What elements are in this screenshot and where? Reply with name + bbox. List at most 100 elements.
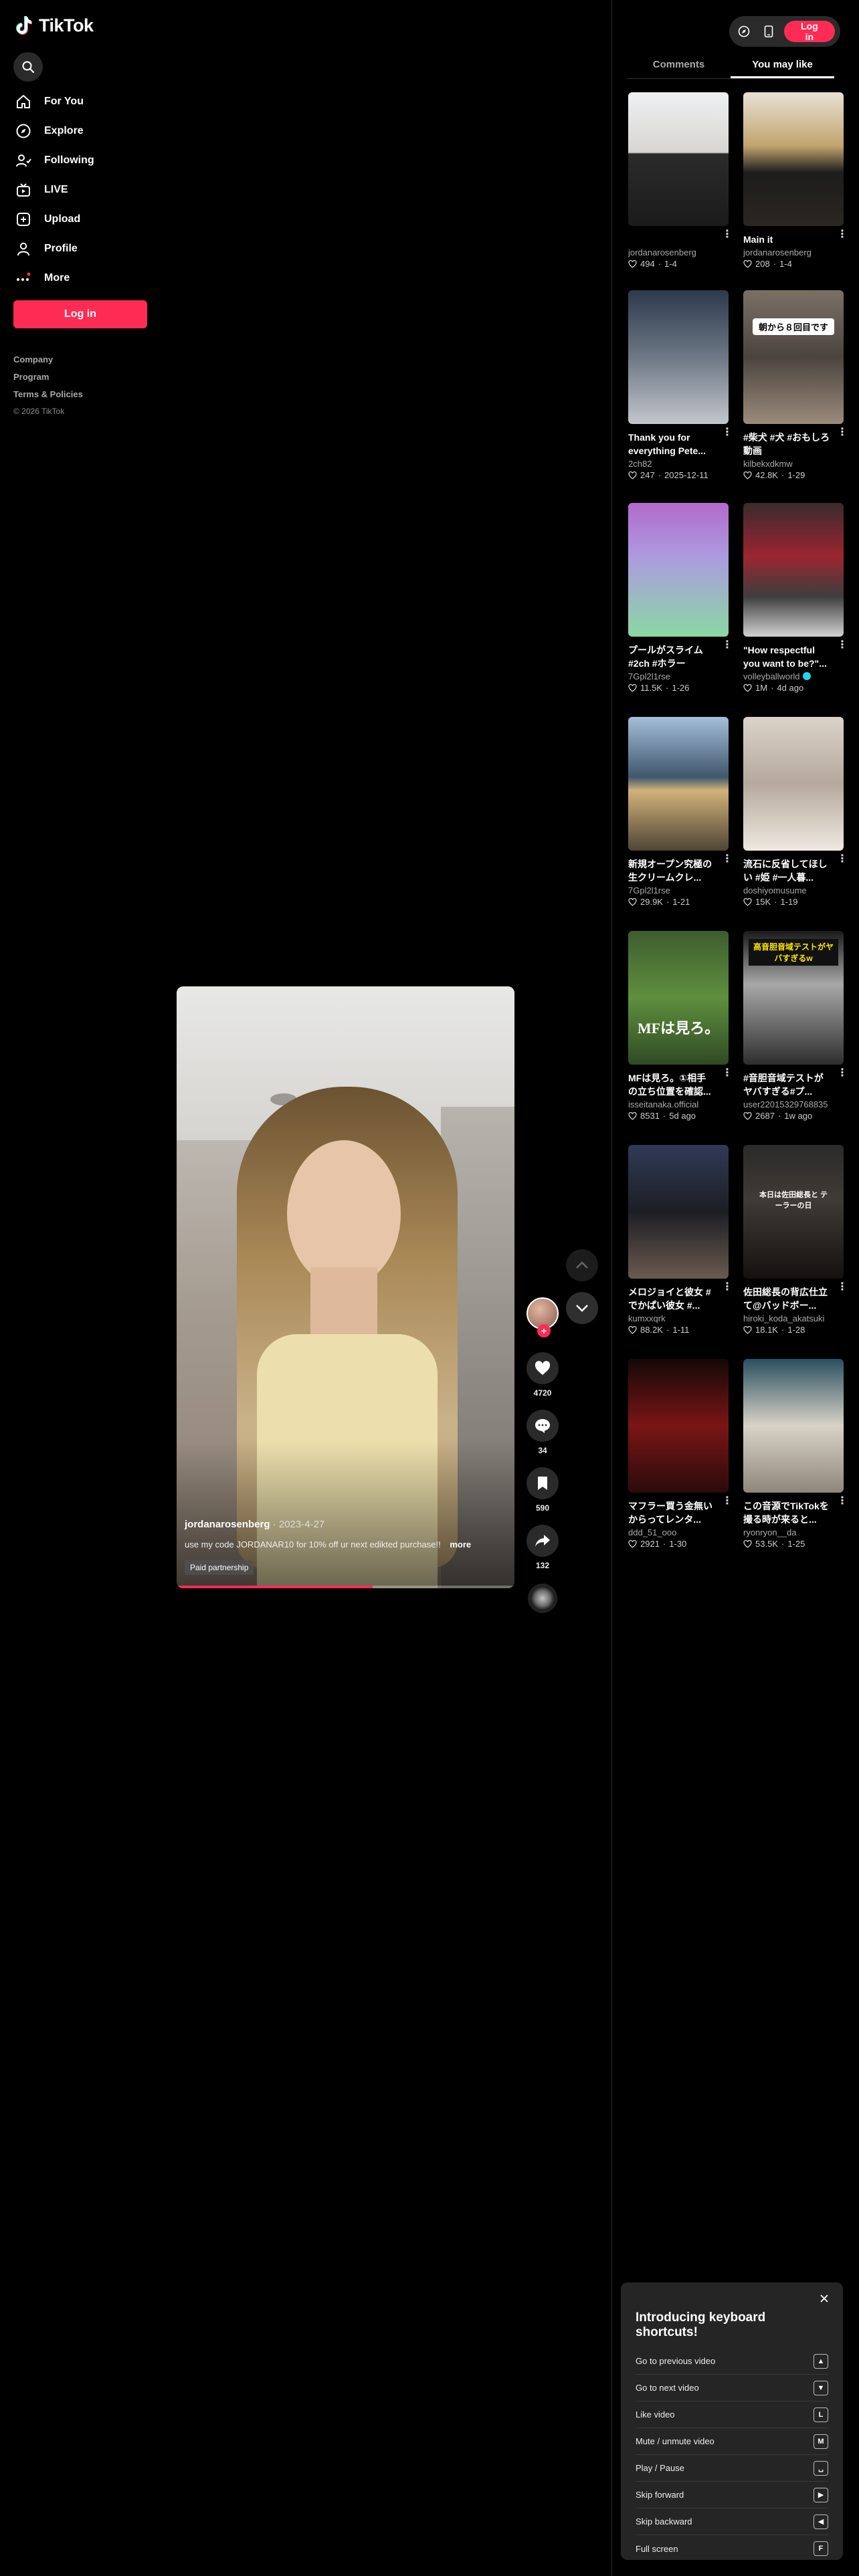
card-menu-icon[interactable]: ⋮: [722, 640, 733, 651]
previous-video-button[interactable]: [566, 1249, 598, 1281]
recommendation-card[interactable]: 本日は佐田総長と テーラーの日 ⋮ 佐田総長の背広仕立て@バッドボー... hirok…: [743, 1145, 848, 1335]
follow-plus-icon[interactable]: +: [537, 1324, 551, 1337]
video-progress-bar[interactable]: [177, 1586, 514, 1588]
card-author[interactable]: hiroki_koda_akatsuki: [743, 1313, 844, 1323]
card-menu-icon[interactable]: ⋮: [722, 1068, 733, 1079]
tiktok-logo[interactable]: TikTok: [15, 15, 94, 36]
card-author[interactable]: ryonryon__da: [743, 1527, 844, 1537]
music-disc-icon[interactable]: [528, 1584, 557, 1613]
card-title[interactable]: プールがスライム #2ch #ホラー: [628, 643, 715, 670]
card-author[interactable]: kilbekxdkmw: [743, 459, 844, 469]
card-title[interactable]: #柴犬 #犬 #おもしろ動画: [743, 431, 830, 457]
close-button[interactable]: [818, 2292, 831, 2305]
nav-for-you[interactable]: For You: [13, 87, 161, 116]
recommendation-card[interactable]: ⋮ "How respectful you want to be?"... voll…: [743, 503, 848, 693]
video-thumbnail[interactable]: [628, 717, 729, 851]
recommendation-card[interactable]: ⋮ Thank you for everything Pete... 2ch82 24…: [628, 290, 733, 480]
video-thumbnail[interactable]: [628, 1359, 729, 1493]
video-thumbnail[interactable]: [743, 92, 844, 226]
recommendation-card[interactable]: ⋮ プールがスライム #2ch #ホラー 7Gpl2l1rse 11.5K · 1-26: [628, 503, 733, 693]
card-author[interactable]: isseitanaka.official: [628, 1099, 729, 1109]
video-thumbnail[interactable]: MFは見ろ。: [628, 931, 729, 1065]
recommendation-card[interactable]: ⋮ メロジョイと彼女 #でかぱい彼女 #... kumxxqrk 88.2K · 1-11: [628, 1145, 733, 1335]
card-title[interactable]: メロジョイと彼女 #でかぱい彼女 #...: [628, 1285, 715, 1312]
share-button[interactable]: [527, 1525, 559, 1557]
nav-profile[interactable]: Profile: [13, 234, 161, 263]
video-author-line[interactable]: jordanarosenberg · 2023-4-27: [185, 1519, 324, 1530]
tab-you-may-like[interactable]: You may like: [731, 53, 834, 78]
nav-live[interactable]: LIVE: [13, 175, 161, 205]
card-menu-icon[interactable]: ⋮: [722, 854, 733, 865]
recommendation-card[interactable]: ⋮ Main it jordanarosenberg 208 · 1-4: [743, 92, 848, 269]
card-title[interactable]: [628, 233, 715, 246]
recommendation-card[interactable]: MFは見ろ。 ⋮ MFは見ろ。①相手の立ち位置を確認... isseitanaka.o…: [628, 931, 733, 1121]
caption-more-button[interactable]: more: [450, 1539, 471, 1549]
nav-upload[interactable]: Upload: [13, 205, 161, 234]
recommendation-card[interactable]: 朝から８回目です ⋮ #柴犬 #犬 #おもしろ動画 kilbekxdkmw 42.8K ·…: [743, 290, 848, 480]
video-thumbnail[interactable]: [743, 1359, 844, 1493]
recommendation-card[interactable]: ⋮ 新規オープン究極の生クリームクレ... 7Gpl2l1rse 29.9K · 1-21: [628, 717, 733, 907]
card-author[interactable]: user22015329768835: [743, 1099, 844, 1109]
video-player[interactable]: jordanarosenberg · 2023-4-27 use my code…: [177, 986, 514, 1588]
tab-comments[interactable]: Comments: [627, 53, 731, 78]
like-button[interactable]: [527, 1352, 559, 1384]
nav-explore[interactable]: Explore: [13, 116, 161, 146]
card-author[interactable]: jordanarosenberg: [628, 247, 729, 257]
video-thumbnail[interactable]: 高音胆音域テストがヤバすぎるw: [743, 931, 844, 1065]
card-author[interactable]: 2ch82: [628, 459, 729, 469]
search-button[interactable]: [13, 52, 43, 82]
creator-avatar[interactable]: +: [527, 1297, 559, 1337]
card-author[interactable]: kumxxqrk: [628, 1313, 729, 1323]
footer-program-link[interactable]: Program: [13, 372, 83, 382]
card-title[interactable]: 新規オープン究極の生クリームクレ...: [628, 857, 715, 884]
card-menu-icon[interactable]: ⋮: [837, 229, 848, 240]
card-menu-icon[interactable]: ⋮: [837, 1282, 848, 1293]
card-menu-icon[interactable]: ⋮: [722, 1496, 733, 1507]
card-title[interactable]: マフラー買う金無いからってレンタ...: [628, 1499, 715, 1526]
recommendation-card[interactable]: ⋮ この音源でTikTokを撮る時が来ると... ryonryon__da 53.5K…: [743, 1359, 848, 1549]
card-title[interactable]: 流石に反省してほしい #姫 #一人暮...: [743, 857, 830, 884]
video-thumbnail[interactable]: 朝から８回目です: [743, 290, 844, 424]
card-author[interactable]: 7Gpl2l1rse: [628, 671, 729, 681]
card-author[interactable]: jordanarosenberg: [743, 247, 844, 257]
card-author[interactable]: 7Gpl2l1rse: [628, 885, 729, 895]
video-thumbnail[interactable]: [628, 92, 729, 226]
recommendation-card[interactable]: ⋮ マフラー買う金無いからってレンタ... ddd_51_ooo 2921 · 1-30: [628, 1359, 733, 1549]
video-thumbnail[interactable]: [628, 290, 729, 424]
video-thumbnail[interactable]: [628, 503, 729, 637]
video-author[interactable]: jordanarosenberg: [185, 1519, 270, 1530]
comment-button[interactable]: [527, 1410, 559, 1442]
card-title[interactable]: "How respectful you want to be?"...: [743, 643, 830, 670]
recommendation-card[interactable]: 高音胆音域テストがヤバすぎるw ⋮ #音胆音域テストがヤバすぎる#プ... user2…: [743, 931, 848, 1121]
recommendation-card[interactable]: ⋮ 流石に反省してほしい #姫 #一人暮... doshiyomusume 15K · 1…: [743, 717, 848, 907]
card-title[interactable]: 佐田総長の背広仕立て@バッドボー...: [743, 1285, 830, 1312]
nav-following[interactable]: Following: [13, 146, 161, 175]
nav-more[interactable]: More: [13, 263, 161, 293]
card-title[interactable]: #音胆音域テストがヤバすぎる#プ...: [743, 1071, 830, 1098]
sidebar-login-button[interactable]: Log in: [13, 300, 147, 328]
footer-terms-link[interactable]: Terms & Policies: [13, 389, 83, 399]
card-menu-icon[interactable]: ⋮: [722, 229, 733, 240]
card-title[interactable]: MFは見ろ。①相手の立ち位置を確認...: [628, 1071, 715, 1098]
video-thumbnail[interactable]: 本日は佐田総長と テーラーの日: [743, 1145, 844, 1279]
next-video-button[interactable]: [566, 1292, 598, 1324]
footer-company-link[interactable]: Company: [13, 354, 83, 364]
card-menu-icon[interactable]: ⋮: [837, 1068, 848, 1079]
card-menu-icon[interactable]: ⋮: [722, 427, 733, 438]
card-menu-icon[interactable]: ⋮: [837, 640, 848, 651]
video-thumbnail[interactable]: [743, 503, 844, 637]
card-menu-icon[interactable]: ⋮: [837, 1496, 848, 1507]
card-title[interactable]: この音源でTikTokを撮る時が来ると...: [743, 1499, 830, 1526]
explore-compass-icon[interactable]: [735, 21, 754, 41]
mobile-app-icon[interactable]: [759, 21, 779, 41]
card-menu-icon[interactable]: ⋮: [837, 854, 848, 865]
card-author[interactable]: volleyballworld: [743, 671, 844, 681]
recommendation-card[interactable]: ⋮ jordanarosenberg 494 · 1-4: [628, 92, 733, 269]
video-thumbnail[interactable]: [743, 717, 844, 851]
card-title[interactable]: Main it: [743, 233, 830, 246]
save-button[interactable]: [527, 1467, 559, 1499]
video-thumbnail[interactable]: [628, 1145, 729, 1279]
card-title[interactable]: Thank you for everything Pete...: [628, 431, 715, 457]
card-menu-icon[interactable]: ⋮: [837, 427, 848, 438]
card-author[interactable]: doshiyomusume: [743, 885, 844, 895]
